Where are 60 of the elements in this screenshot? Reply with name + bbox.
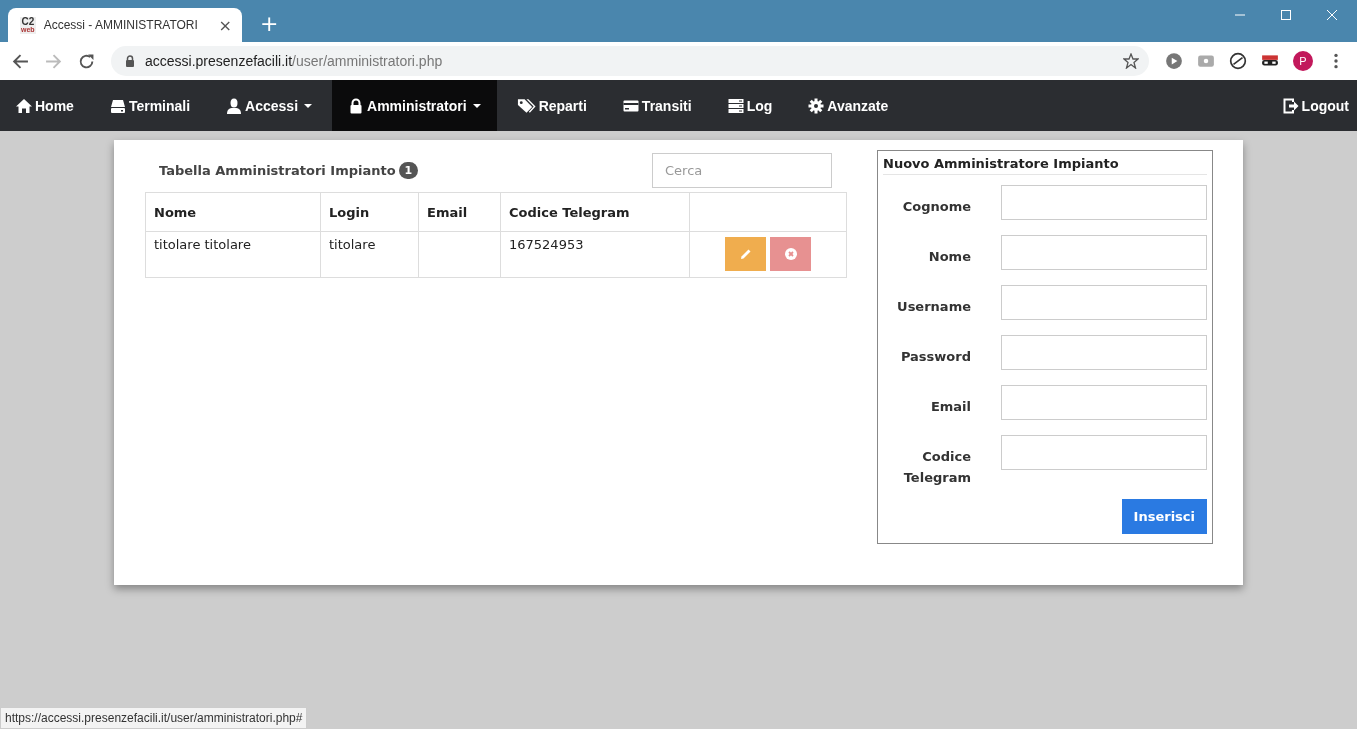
url-text: accessi.presenzefacili.it/user/amministratori.php — [145, 53, 444, 69]
table-cell: titolare — [329, 237, 376, 252]
delete-button[interactable] — [770, 237, 811, 271]
nav-item[interactable]: Log — [711, 80, 789, 131]
new-tab-button[interactable]: + — [260, 11, 279, 36]
table-cell: 167524953 — [509, 237, 584, 252]
table-title: Tabella Amministratori Impianto — [159, 163, 396, 178]
close-icon[interactable] — [1327, 10, 1337, 20]
tab-title: Accessi - AMMINISTRATORI — [43, 18, 199, 32]
reload-icon[interactable] — [78, 52, 95, 70]
field-label: Nome — [927, 248, 971, 266]
field-label: Password — [899, 348, 971, 366]
nav-item[interactable]: Transiti — [606, 80, 708, 131]
field-label: Cognome — [901, 198, 971, 216]
edit-button[interactable] — [725, 237, 766, 271]
forward-arrow-icon[interactable] — [45, 52, 62, 70]
user-icon — [226, 97, 243, 114]
field-label: Username — [896, 298, 971, 316]
extension-icon[interactable] — [1229, 52, 1247, 70]
server-icon — [727, 97, 744, 114]
hard-drive-icon — [109, 97, 126, 114]
logout-link[interactable]: Logout — [1266, 80, 1357, 131]
star-icon[interactable] — [1123, 53, 1139, 69]
nav-item[interactable]: Reparti — [500, 80, 603, 131]
submit-button[interactable]: Inserisci — [1121, 499, 1207, 534]
nav-item[interactable]: Terminali — [93, 80, 207, 131]
input-field[interactable] — [1001, 185, 1207, 220]
input-field[interactable] — [1001, 235, 1207, 270]
input-field[interactable] — [1001, 285, 1207, 320]
close-icon — [784, 248, 797, 260]
column-header: Codice Telegram — [500, 192, 690, 232]
input-field[interactable] — [1001, 385, 1207, 420]
form-title: Nuovo Amministratore Impianto — [883, 156, 1207, 175]
field-label: Codice Telegram — [902, 448, 971, 487]
back-arrow-icon[interactable] — [12, 52, 29, 70]
nav-item[interactable]: Home — [0, 80, 90, 131]
tags-icon — [516, 97, 536, 114]
count-badge: 1 — [398, 162, 419, 179]
lock-icon — [125, 55, 135, 67]
input-field[interactable] — [1001, 435, 1207, 470]
column-header: Nome — [145, 192, 321, 232]
home-icon — [16, 97, 32, 114]
column-header: Login — [320, 192, 419, 232]
status-bar: https://accessi.presenzefacili.it/user/amministratori.php# — [0, 707, 308, 729]
input-field[interactable] — [1001, 335, 1207, 370]
search-field[interactable]: Cerca — [652, 153, 832, 188]
address-bar[interactable]: accessi.presenzefacili.it/user/amministratori.php — [111, 46, 1149, 76]
nav-item[interactable]: Accessi — [210, 80, 329, 131]
maximize-icon[interactable] — [1281, 10, 1291, 20]
logout-icon — [1282, 97, 1299, 114]
nav-item[interactable]: Amministratori — [332, 80, 497, 131]
table-cell: titolare titolare — [154, 237, 251, 252]
column-header: Email — [418, 192, 501, 232]
profile-avatar[interactable]: P — [1293, 51, 1313, 71]
lock-icon — [348, 97, 365, 114]
pencil-icon — [739, 248, 752, 260]
settings-icon — [808, 97, 825, 114]
close-tab-button[interactable]: × — [218, 15, 232, 35]
field-label: Email — [929, 398, 971, 416]
nav-item[interactable]: Avanzate — [792, 80, 905, 131]
